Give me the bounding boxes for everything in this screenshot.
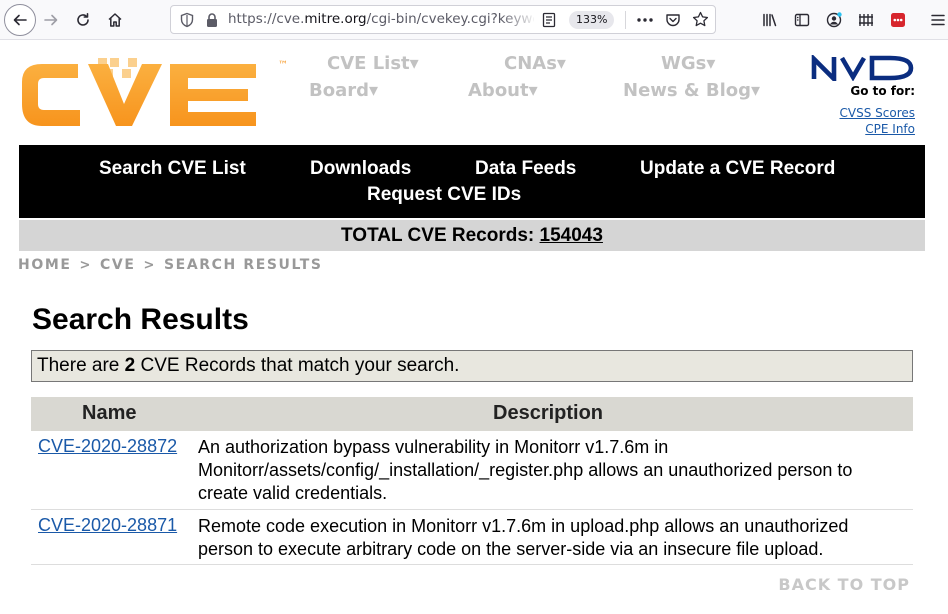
nav-wgs[interactable]: WGs▾ bbox=[661, 53, 715, 74]
table-row: CVE-2020-28871 Remote code execution in … bbox=[31, 510, 913, 565]
total-records-label: TOTAL CVE Records: bbox=[341, 225, 535, 246]
cve-description: An authorization bypass vulnerability in… bbox=[198, 437, 853, 503]
breadcrumb-separator: > bbox=[143, 258, 156, 273]
total-records-count[interactable]: 154043 bbox=[540, 225, 603, 246]
addon-red-icon bbox=[891, 13, 905, 27]
url-divider bbox=[625, 11, 626, 29]
account-button[interactable] bbox=[819, 5, 849, 35]
page-title: Search Results bbox=[32, 303, 249, 336]
cve-id-link[interactable]: CVE-2020-28871 bbox=[38, 515, 177, 536]
arrow-left-icon bbox=[13, 14, 27, 26]
menu-update-cve-record[interactable]: Update a CVE Record bbox=[640, 158, 835, 180]
breadcrumb-home[interactable]: HOME bbox=[18, 257, 72, 273]
menu-data-feeds[interactable]: Data Feeds bbox=[475, 158, 576, 180]
menu-request-cve-ids[interactable]: Request CVE IDs bbox=[367, 184, 521, 206]
match-suffix: CVE Records that match your search. bbox=[140, 355, 460, 376]
breadcrumb-separator: > bbox=[79, 258, 93, 273]
nav-about[interactable]: About▾ bbox=[468, 80, 538, 101]
arrow-right-icon bbox=[44, 14, 58, 26]
extension-button[interactable] bbox=[851, 5, 881, 35]
reload-icon bbox=[77, 13, 89, 26]
cvss-scores-link[interactable]: CVSS Scores bbox=[840, 106, 916, 120]
hamburger-menu-icon bbox=[931, 14, 945, 26]
reload-button[interactable] bbox=[68, 5, 98, 35]
nav-cve-list[interactable]: CVE List▾ bbox=[327, 53, 419, 74]
total-records-bar: TOTAL CVE Records: 154043 bbox=[19, 220, 925, 251]
cve-id-link[interactable]: CVE-2020-28872 bbox=[38, 436, 177, 457]
nav-board[interactable]: Board▾ bbox=[309, 80, 378, 101]
lock-icon[interactable] bbox=[205, 12, 219, 28]
table-row: CVE-2020-28872 An authorization bypass v… bbox=[31, 431, 913, 510]
results-table-header: Name Description bbox=[31, 397, 913, 431]
reader-view-icon[interactable] bbox=[541, 12, 557, 28]
goto-label: Go to for: bbox=[850, 84, 915, 98]
breadcrumb: HOME > CVE > SEARCH RESULTS bbox=[18, 257, 323, 273]
url-bar[interactable]: https://cve.mitre.org/cgi-bin/cvekey.cgi… bbox=[170, 5, 716, 34]
breadcrumb-search-results: SEARCH RESULTS bbox=[164, 257, 323, 273]
library-icon bbox=[763, 13, 777, 27]
forward-button[interactable] bbox=[36, 5, 66, 35]
cve-description: Remote code execution in Monitorr v1.7.6… bbox=[198, 516, 849, 559]
match-count: 2 bbox=[124, 355, 136, 376]
menu-search-cve-list[interactable]: Search CVE List bbox=[99, 158, 246, 180]
library-button[interactable] bbox=[755, 5, 785, 35]
cve-logo[interactable]: ™ bbox=[18, 56, 292, 130]
home-button[interactable] bbox=[100, 5, 130, 35]
menu-downloads[interactable]: Downloads bbox=[310, 158, 411, 180]
home-icon bbox=[108, 13, 122, 27]
svg-text:™: ™ bbox=[278, 60, 288, 71]
url-text[interactable]: https://cve.mitre.org/cgi-bin/cvekey.cgi… bbox=[228, 11, 534, 27]
zoom-level-badge[interactable]: 133% bbox=[569, 11, 615, 29]
sidebar-button[interactable] bbox=[787, 5, 817, 35]
back-button[interactable] bbox=[4, 4, 36, 36]
nvd-logo[interactable] bbox=[810, 55, 916, 81]
main-menu-bar: Search CVE List Downloads Data Feeds Upd… bbox=[19, 145, 925, 218]
nav-news-blog[interactable]: News & Blog▾ bbox=[623, 80, 760, 101]
pocket-icon[interactable] bbox=[665, 12, 681, 28]
page-actions-menu-icon[interactable] bbox=[635, 10, 655, 30]
match-prefix: There are bbox=[37, 355, 120, 376]
back-to-top-link[interactable]: BACK TO TOP bbox=[778, 575, 910, 594]
column-header-name: Name bbox=[82, 402, 137, 424]
tracking-shield-icon[interactable] bbox=[179, 12, 195, 28]
account-icon bbox=[826, 12, 842, 28]
bookmark-star-icon[interactable] bbox=[692, 11, 709, 28]
nav-cnas[interactable]: CNAs▾ bbox=[504, 53, 566, 74]
sidebar-icon bbox=[794, 13, 810, 27]
url-fade bbox=[501, 8, 537, 32]
match-count-box: There are 2 CVE Records that match your … bbox=[31, 350, 913, 382]
column-header-description: Description bbox=[493, 402, 604, 424]
breadcrumb-cve[interactable]: CVE bbox=[100, 257, 135, 273]
extension-grid-icon bbox=[859, 14, 873, 26]
app-menu-button[interactable] bbox=[923, 5, 948, 35]
cpe-info-link[interactable]: CPE Info bbox=[865, 122, 915, 136]
browser-toolbar: https://cve.mitre.org/cgi-bin/cvekey.cgi… bbox=[0, 0, 948, 40]
addon-button[interactable] bbox=[883, 5, 913, 35]
